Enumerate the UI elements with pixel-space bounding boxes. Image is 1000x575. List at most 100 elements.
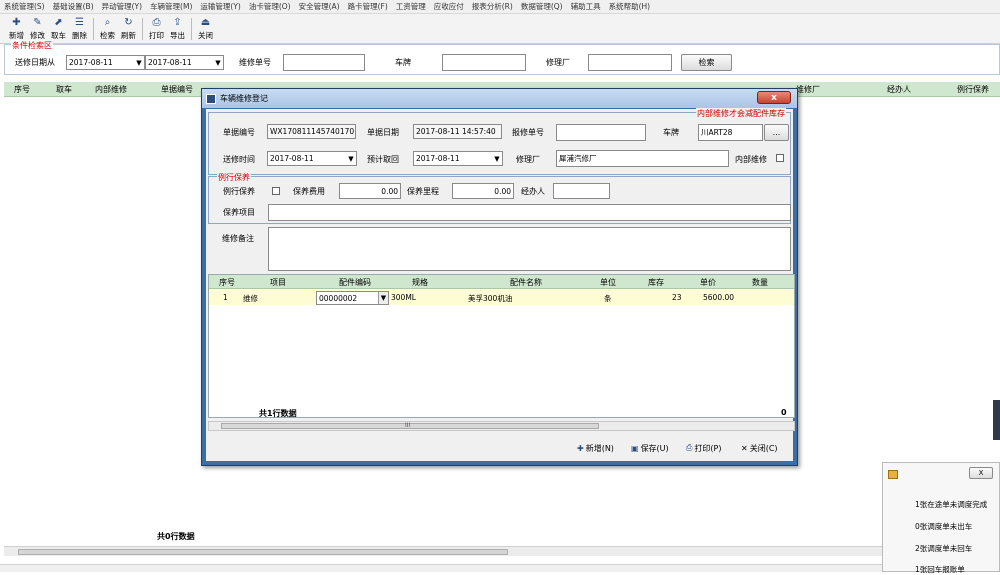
chevron-down-icon[interactable]: ▼ — [346, 152, 356, 165]
handler-label: 经办人 — [521, 187, 545, 196]
menu-transaction[interactable]: 异动管理(Y) — [102, 1, 142, 12]
refresh-button[interactable]: ↻ 刷新 — [118, 17, 139, 41]
menu-help[interactable]: 系统帮助(H) — [609, 1, 651, 12]
send-time-label: 送修时间 — [223, 155, 255, 164]
col-internal[interactable]: 内部维修 — [95, 84, 127, 95]
doc-date-field[interactable]: 2017-08-11 14:57:40 — [413, 124, 502, 139]
dialog-close-button[interactable]: x — [757, 91, 791, 104]
search-button[interactable]: ⌕ 检索 — [97, 17, 118, 41]
factory-input[interactable] — [588, 54, 672, 71]
notification-line-2[interactable]: 0张调度单未出车 — [915, 521, 972, 532]
maintenance-items-field[interactable] — [268, 204, 791, 221]
export-button[interactable]: ⇪ 导出 — [167, 17, 188, 41]
side-panel-grip[interactable] — [993, 400, 1000, 440]
col-index[interactable]: 序号 — [14, 84, 30, 95]
col-factory[interactable]: 维修厂 — [796, 84, 820, 95]
col-pick[interactable]: 取车 — [56, 84, 72, 95]
mileage-field[interactable]: 0.00 — [452, 183, 514, 199]
menu-system[interactable]: 系统管理(S) — [4, 1, 45, 12]
menu-transport[interactable]: 运输管理(Y) — [200, 1, 240, 12]
search-icon: ⌕ — [104, 17, 111, 28]
row-price[interactable]: 5600.00 — [703, 293, 734, 302]
menu-vehicle[interactable]: 车辆管理(M) — [150, 1, 192, 12]
col-doc-no[interactable]: 单据编号 — [161, 84, 193, 95]
repair-no-input[interactable] — [283, 54, 365, 71]
handler-field[interactable] — [553, 183, 610, 199]
row-stock[interactable]: 23 — [672, 293, 682, 302]
fee-field[interactable]: 0.00 — [339, 183, 401, 199]
col-part-name[interactable]: 配件名称 — [510, 277, 542, 288]
dialog-print-button[interactable]: ⎙ 打印(P) — [686, 441, 721, 455]
main-horizontal-scrollbar[interactable] — [4, 546, 998, 556]
menu-reports[interactable]: 报表分析(R) — [472, 1, 513, 12]
row-unit[interactable]: 条 — [604, 293, 612, 304]
chevron-down-icon[interactable]: ▼ — [378, 292, 388, 304]
dialog-title: 车辆维修登记 — [220, 94, 268, 103]
col-spec[interactable]: 规格 — [412, 277, 428, 288]
scrollbar-thumb[interactable]: III — [221, 422, 599, 429]
row-item[interactable]: 维修 — [243, 293, 258, 304]
report-no-field[interactable] — [556, 124, 646, 141]
plate-input[interactable] — [442, 54, 526, 71]
col-index[interactable]: 序号 — [219, 277, 235, 288]
notification-line-4[interactable]: 1张回车报账单 — [915, 564, 965, 575]
menu-data[interactable]: 数据管理(Q) — [521, 1, 563, 12]
col-handler[interactable]: 经办人 — [887, 84, 911, 95]
internal-repair-label: 内部维修 — [735, 155, 767, 164]
dialog-save-button[interactable]: ▣ 保存(U) — [631, 441, 669, 455]
doc-no-field[interactable]: WX170811145740170 — [267, 124, 356, 139]
part-code-select[interactable]: 00000002 ▼ — [316, 291, 389, 305]
date-from-label: 送修日期从 — [15, 58, 55, 67]
dialog-new-button[interactable]: ✚ 新增(N) — [577, 441, 614, 455]
pick-button[interactable]: ⬈ 取车 — [48, 17, 69, 41]
search-button[interactable]: 检索 — [681, 54, 732, 71]
row-part-name[interactable]: 美孚300机油 — [468, 293, 512, 304]
expected-return-input[interactable]: 2017-08-11 ▼ — [413, 151, 503, 166]
menu-tools[interactable]: 辅助工具 — [571, 1, 601, 12]
items-label: 保养项目 — [223, 208, 255, 217]
routine-checkbox[interactable] — [272, 187, 280, 195]
row-spec[interactable]: 300ML — [391, 293, 416, 302]
notification-line-3[interactable]: 2张调度单未回车 — [915, 543, 972, 554]
edit-button[interactable]: ✎ 修改 — [27, 17, 48, 41]
notification-line-1[interactable]: 1张在途单未调度完成 — [915, 499, 987, 510]
chevron-down-icon[interactable]: ▼ — [492, 152, 502, 165]
chevron-down-icon[interactable]: ▼ — [213, 56, 223, 69]
dialog-titlebar[interactable]: 车辆维修登记 x — [202, 89, 797, 108]
col-stock[interactable]: 库存 — [648, 277, 664, 288]
delete-button[interactable]: ☰ 删除 — [69, 17, 90, 41]
parts-grid-scrollbar[interactable]: III — [208, 421, 795, 431]
internal-repair-checkbox[interactable] — [776, 154, 784, 162]
table-row[interactable]: 1 维修 00000002 ▼ 300ML 美孚300机油 条 23 5600.0… — [209, 290, 794, 305]
menu-road-card[interactable]: 路卡管理(F) — [348, 1, 388, 12]
notification-close-button[interactable]: X — [969, 467, 993, 479]
menu-receivables[interactable]: 应收应付 — [434, 1, 464, 12]
menu-basic-settings[interactable]: 基础设置(B) — [53, 1, 94, 12]
scrollbar-grip-icon: III — [405, 422, 411, 429]
save-icon: ▣ — [631, 443, 639, 453]
menu-fuel-card[interactable]: 油卡管理(O) — [249, 1, 291, 12]
print-button[interactable]: ⎙ 打印 — [146, 17, 167, 41]
edit-icon: ✎ — [33, 17, 42, 28]
col-item[interactable]: 项目 — [270, 277, 286, 288]
col-routine[interactable]: 例行保养 — [957, 84, 989, 95]
date-from-input[interactable]: 2017-08-11 ▼ — [66, 55, 145, 70]
dialog-close-btn[interactable]: ✕ 关闭(C) — [741, 441, 778, 455]
col-qty[interactable]: 数量 — [752, 277, 768, 288]
col-price[interactable]: 单价 — [700, 277, 716, 288]
chevron-down-icon[interactable]: ▼ — [134, 56, 144, 69]
scrollbar-thumb[interactable] — [18, 549, 508, 555]
new-button[interactable]: ✚ 新增 — [6, 17, 27, 41]
menu-safety[interactable]: 安全管理(A) — [299, 1, 340, 12]
col-unit[interactable]: 单位 — [600, 277, 616, 288]
send-time-input[interactable]: 2017-08-11 ▼ — [267, 151, 357, 166]
factory-label: 修理厂 — [516, 155, 540, 164]
plate-picker-button[interactable]: ... — [764, 124, 789, 141]
col-part-code[interactable]: 配件编码 — [339, 277, 371, 288]
close-button[interactable]: ⏏ 关闭 — [195, 17, 216, 41]
menu-salary[interactable]: 工资管理 — [396, 1, 426, 12]
plate-field[interactable]: 川ART28 — [698, 124, 763, 141]
remarks-textarea[interactable] — [268, 227, 791, 271]
date-to-input[interactable]: 2017-08-11 ▼ — [145, 55, 224, 70]
factory-field[interactable]: 犀浦汽修厂 — [556, 150, 729, 167]
